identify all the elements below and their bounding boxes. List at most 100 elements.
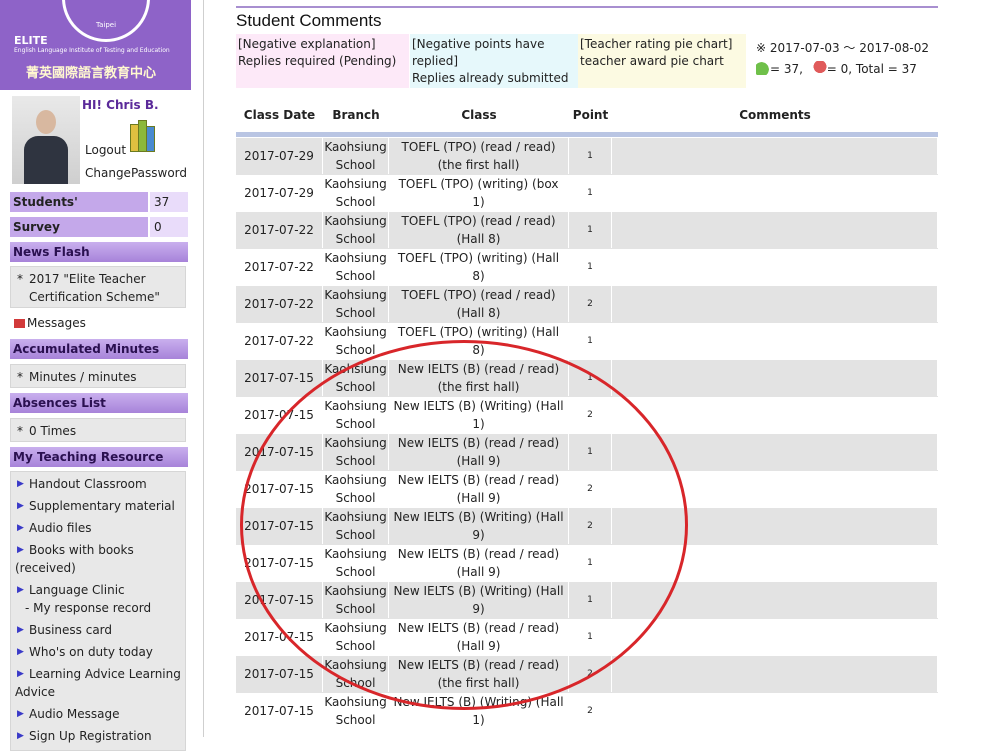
- logo[interactable]: Taipei ELITE English Language Institute …: [0, 0, 191, 90]
- teaching-item-business-card[interactable]: ▶ Business card: [15, 621, 181, 639]
- positive-count: = 37,: [770, 62, 803, 76]
- branch-cell: Kaohsiung School: [323, 471, 389, 507]
- class-cell: New IELTS (B) (Writing) (Hall 1): [389, 397, 569, 433]
- table-row: 2017-07-22 Kaohsiung School TOEFL (TPO) (r…: [236, 212, 938, 249]
- class-date-cell: 2017-07-22: [236, 286, 323, 322]
- point-cell: 2: [569, 471, 612, 507]
- column-divider: [203, 0, 204, 737]
- table-row: 2017-07-15 Kaohsiung School New IELTS (B) …: [236, 693, 938, 730]
- messages-link[interactable]: Messages: [14, 316, 86, 330]
- header-branch: Branch: [332, 108, 380, 122]
- accumulated-minutes-value: * Minutes / minutes: [17, 370, 137, 384]
- rating-summary: ※ 2017-07-03 ～ 2017-08-02 = 37, = 0, Tot…: [756, 38, 956, 80]
- branch-cell: Kaohsiung School: [323, 175, 389, 211]
- table-row: 2017-07-15 Kaohsiung School New IELTS (B) …: [236, 397, 938, 434]
- logo-tagline: English Language Institute of Testing an…: [14, 47, 170, 54]
- branch-cell: Kaohsiung School: [323, 693, 389, 729]
- survey-row[interactable]: Survey 0: [10, 217, 188, 237]
- comment-cell: [612, 508, 938, 544]
- class-cell: TOEFL (TPO) (read / read) (the first hal…: [389, 138, 569, 174]
- teaching-item-sign-up[interactable]: ▶ Sign Up Registration: [15, 727, 181, 745]
- legend-line: Replies required (Pending): [238, 54, 397, 68]
- comment-cell: [612, 434, 938, 470]
- survey-count: 0: [150, 217, 188, 237]
- class-cell: New IELTS (B) (read / read) (the first h…: [389, 656, 569, 692]
- legend-negative-explanation[interactable]: [Negative explanation] Replies required …: [236, 34, 409, 88]
- arrow-right-icon: ▶: [17, 625, 24, 635]
- branch-cell: Kaohsiung School: [323, 582, 389, 618]
- user-profile: HI! Chris B. Logout ChangePassword: [12, 96, 192, 188]
- students-comments-row[interactable]: Students' comments 37: [10, 192, 188, 229]
- students-comments-label[interactable]: Students' comments: [10, 192, 148, 229]
- header-class: Class: [461, 108, 497, 122]
- point-cell: 2: [569, 397, 612, 433]
- branch-cell: Kaohsiung School: [323, 656, 389, 692]
- comment-cell: [612, 656, 938, 692]
- teaching-item-response-record[interactable]: - My response record: [15, 599, 181, 617]
- branch-cell: Kaohsiung School: [323, 434, 389, 470]
- teaching-item-audio-files[interactable]: ▶ Audio files: [15, 519, 181, 537]
- teaching-item-supplementary[interactable]: ▶ Supplementary material: [15, 497, 181, 515]
- teaching-item-audio-message[interactable]: ▶ Audio Message: [15, 705, 181, 723]
- teaching-item-language-clinic[interactable]: ▶ Language Clinic: [15, 581, 181, 599]
- class-date-cell: 2017-07-15: [236, 582, 323, 618]
- legend-pie-chart[interactable]: [Teacher rating pie chart] teacher award…: [578, 34, 746, 88]
- books-icon[interactable]: [128, 120, 158, 152]
- logo-seal-text: Taipei: [95, 21, 117, 29]
- point-cell: 1: [569, 249, 612, 285]
- students-comments-count: 37: [150, 192, 188, 212]
- class-cell: TOEFL (TPO) (writing) (Hall 8): [389, 249, 569, 285]
- point-cell: 2: [569, 286, 612, 322]
- header-class-date: Class Date: [243, 108, 316, 122]
- class-date-cell: 2017-07-15: [236, 434, 323, 470]
- absences-box: * 0 Times: [10, 418, 186, 442]
- branch-cell: Kaohsiung School: [323, 508, 389, 544]
- class-date-cell: 2017-07-22: [236, 323, 323, 359]
- legend-negative-replied[interactable]: [Negative points have replied] Replies a…: [410, 34, 578, 88]
- arrow-right-icon: ▶: [17, 501, 24, 511]
- teaching-item-on-duty[interactable]: ▶ Who's on duty today: [15, 643, 181, 661]
- class-date-cell: 2017-07-15: [236, 656, 323, 692]
- arrow-right-icon: ▶: [17, 523, 24, 533]
- comment-cell: [612, 693, 938, 729]
- point-cell: 2: [569, 693, 612, 729]
- survey-label[interactable]: Survey: [10, 217, 148, 237]
- comment-cell: [612, 471, 938, 507]
- class-cell: TOEFL (TPO) (writing) (box 1): [389, 175, 569, 211]
- table-row: 2017-07-15 Kaohsiung School New IELTS (B) …: [236, 471, 938, 508]
- table-row: 2017-07-29 Kaohsiung School TOEFL (TPO) (r…: [236, 138, 938, 175]
- change-password-link[interactable]: ChangePassword: [85, 166, 187, 180]
- class-date-cell: 2017-07-29: [236, 175, 323, 211]
- branch-cell: Kaohsiung School: [323, 397, 389, 433]
- table-row: 2017-07-15 Kaohsiung School New IELTS (B) …: [236, 582, 938, 619]
- table-row: 2017-07-29 Kaohsiung School TOEFL (TPO) (w…: [236, 175, 938, 212]
- class-date-cell: 2017-07-22: [236, 249, 323, 285]
- comment-cell: [612, 323, 938, 359]
- comment-cell: [612, 249, 938, 285]
- news-flash-item[interactable]: * 2017 "Elite Teacher Certification Schem…: [15, 270, 181, 306]
- teaching-item-handout[interactable]: ▶ Handout Classroom: [15, 475, 181, 493]
- logout-link[interactable]: Logout: [85, 143, 126, 157]
- teaching-item-books[interactable]: ▶ Books with books (received): [15, 541, 181, 577]
- user-greeting: HI! Chris B.: [82, 98, 159, 112]
- comment-cell: [612, 619, 938, 655]
- legend-line: [Negative points have replied]: [412, 37, 545, 68]
- legend-line: [Negative explanation]: [238, 37, 376, 51]
- arrow-right-icon: ▶: [17, 669, 24, 679]
- teaching-item-learning-advice[interactable]: ▶ Learning Advice Learning Advice: [15, 665, 181, 701]
- point-cell: 2: [569, 508, 612, 544]
- class-date-cell: 2017-07-22: [236, 212, 323, 248]
- table-row: 2017-07-22 Kaohsiung School TOEFL (TPO) (w…: [236, 323, 938, 360]
- accumulated-minutes-heading: Accumulated Minutes: [10, 339, 188, 359]
- class-cell: New IELTS (B) (Writing) (Hall 9): [389, 582, 569, 618]
- comment-cell: [612, 360, 938, 396]
- point-cell: 1: [569, 360, 612, 396]
- point-cell: 1: [569, 434, 612, 470]
- arrow-right-icon: ▶: [17, 479, 24, 489]
- class-cell: New IELTS (B) (read / read) (Hall 9): [389, 619, 569, 655]
- class-cell: New IELTS (B) (read / read) (the first h…: [389, 360, 569, 396]
- table-row: 2017-07-15 Kaohsiung School New IELTS (B) …: [236, 434, 938, 471]
- comment-cell: [612, 175, 938, 211]
- table-row: 2017-07-22 Kaohsiung School TOEFL (TPO) (r…: [236, 286, 938, 323]
- date-range: ※ 2017-07-03 ～ 2017-08-02: [756, 41, 929, 55]
